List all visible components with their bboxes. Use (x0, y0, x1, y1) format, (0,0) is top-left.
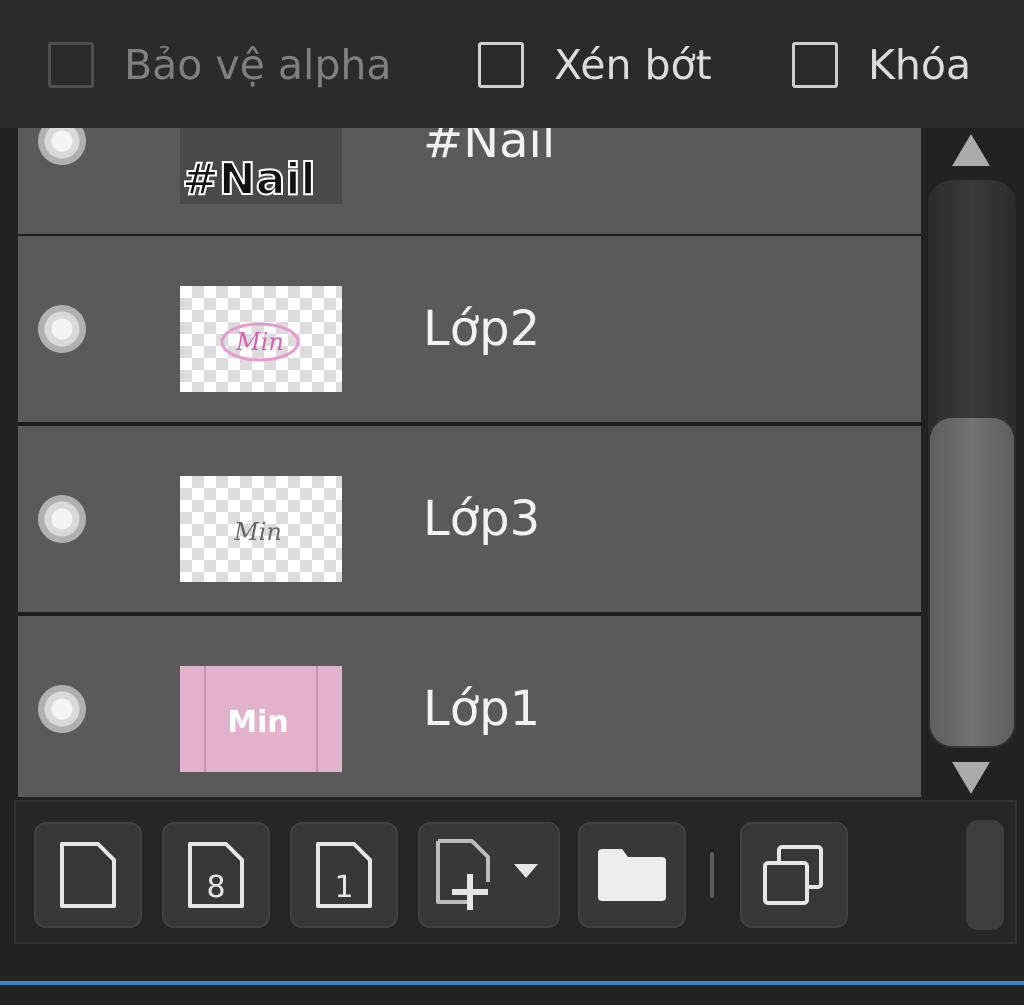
new-8bit-layer-button[interactable]: 8 (162, 822, 270, 928)
layer-list[interactable]: #Nail #Nail Min Lớp2 Min Lớp3 Min Lớp1 (18, 128, 921, 797)
lock-checkbox[interactable] (792, 42, 838, 88)
layer-name[interactable]: #Nail (423, 128, 555, 234)
layer-row[interactable]: Min Lớp3 (18, 426, 921, 612)
duplicate-layer-icon (763, 845, 823, 905)
layer-options-bar: Bảo vệ alpha Xén bớt Khóa (0, 0, 1024, 128)
visibility-toggle[interactable] (38, 305, 86, 353)
new-layer-button[interactable] (34, 822, 142, 928)
layer-row[interactable]: #Nail #Nail (18, 128, 921, 234)
new-8bit-layer-icon: 8 (188, 842, 244, 908)
visibility-toggle[interactable] (38, 685, 86, 733)
layer-row[interactable]: Min Lớp1 (18, 616, 921, 797)
icon-glyph-1: 1 (334, 870, 353, 905)
toolbar-scrollbar[interactable] (966, 820, 1004, 930)
scroll-up-button[interactable] (948, 132, 994, 168)
arrow-down-icon (952, 762, 990, 794)
layer-thumbnail: Min (180, 476, 342, 582)
new-1bit-layer-button[interactable]: 1 (290, 822, 398, 928)
protect-alpha-label: Bảo vệ alpha (124, 41, 392, 89)
lock-label: Khóa (868, 41, 972, 89)
layer-name[interactable]: Lớp3 (423, 426, 540, 612)
layer-name[interactable]: Lớp2 (423, 236, 540, 422)
folder-icon (598, 849, 666, 901)
scrollbar-thumb[interactable] (930, 418, 1014, 746)
duplicate-layer-button[interactable] (740, 822, 848, 928)
thumb-min-text: Min (227, 705, 289, 740)
layer-thumbnail: #Nail (180, 128, 342, 204)
scroll-down-button[interactable] (948, 760, 994, 796)
layer-thumbnail: Min (180, 286, 342, 392)
layer-thumbnail: Min (180, 666, 342, 772)
lock-option[interactable]: Khóa (792, 40, 971, 90)
protect-alpha-checkbox[interactable] (48, 42, 94, 88)
visibility-toggle[interactable] (38, 495, 86, 543)
clipping-label: Xén bớt (554, 41, 712, 89)
new-folder-button[interactable] (578, 822, 686, 928)
thumb-min-text: Min (235, 328, 284, 356)
new-layer-icon (60, 842, 116, 908)
add-layer-dropdown-icon (436, 839, 538, 910)
toolbar-separator (710, 852, 714, 898)
layer-row[interactable]: Min Lớp2 (18, 236, 921, 422)
arrow-up-icon (952, 134, 990, 166)
new-1bit-layer-icon: 1 (316, 842, 372, 908)
icon-glyph-8: 8 (206, 870, 225, 905)
thumb-min-text: Min (233, 518, 282, 546)
accent-divider (0, 981, 1024, 985)
visibility-toggle[interactable] (38, 128, 86, 165)
thumb-nail-text: #Nail (182, 154, 316, 204)
clipping-option[interactable]: Xén bớt (478, 40, 712, 90)
clipping-checkbox[interactable] (478, 42, 524, 88)
layer-name[interactable]: Lớp1 (423, 616, 540, 797)
protect-alpha-option[interactable]: Bảo vệ alpha (48, 40, 392, 90)
add-layer-dropdown-button[interactable] (418, 822, 560, 928)
